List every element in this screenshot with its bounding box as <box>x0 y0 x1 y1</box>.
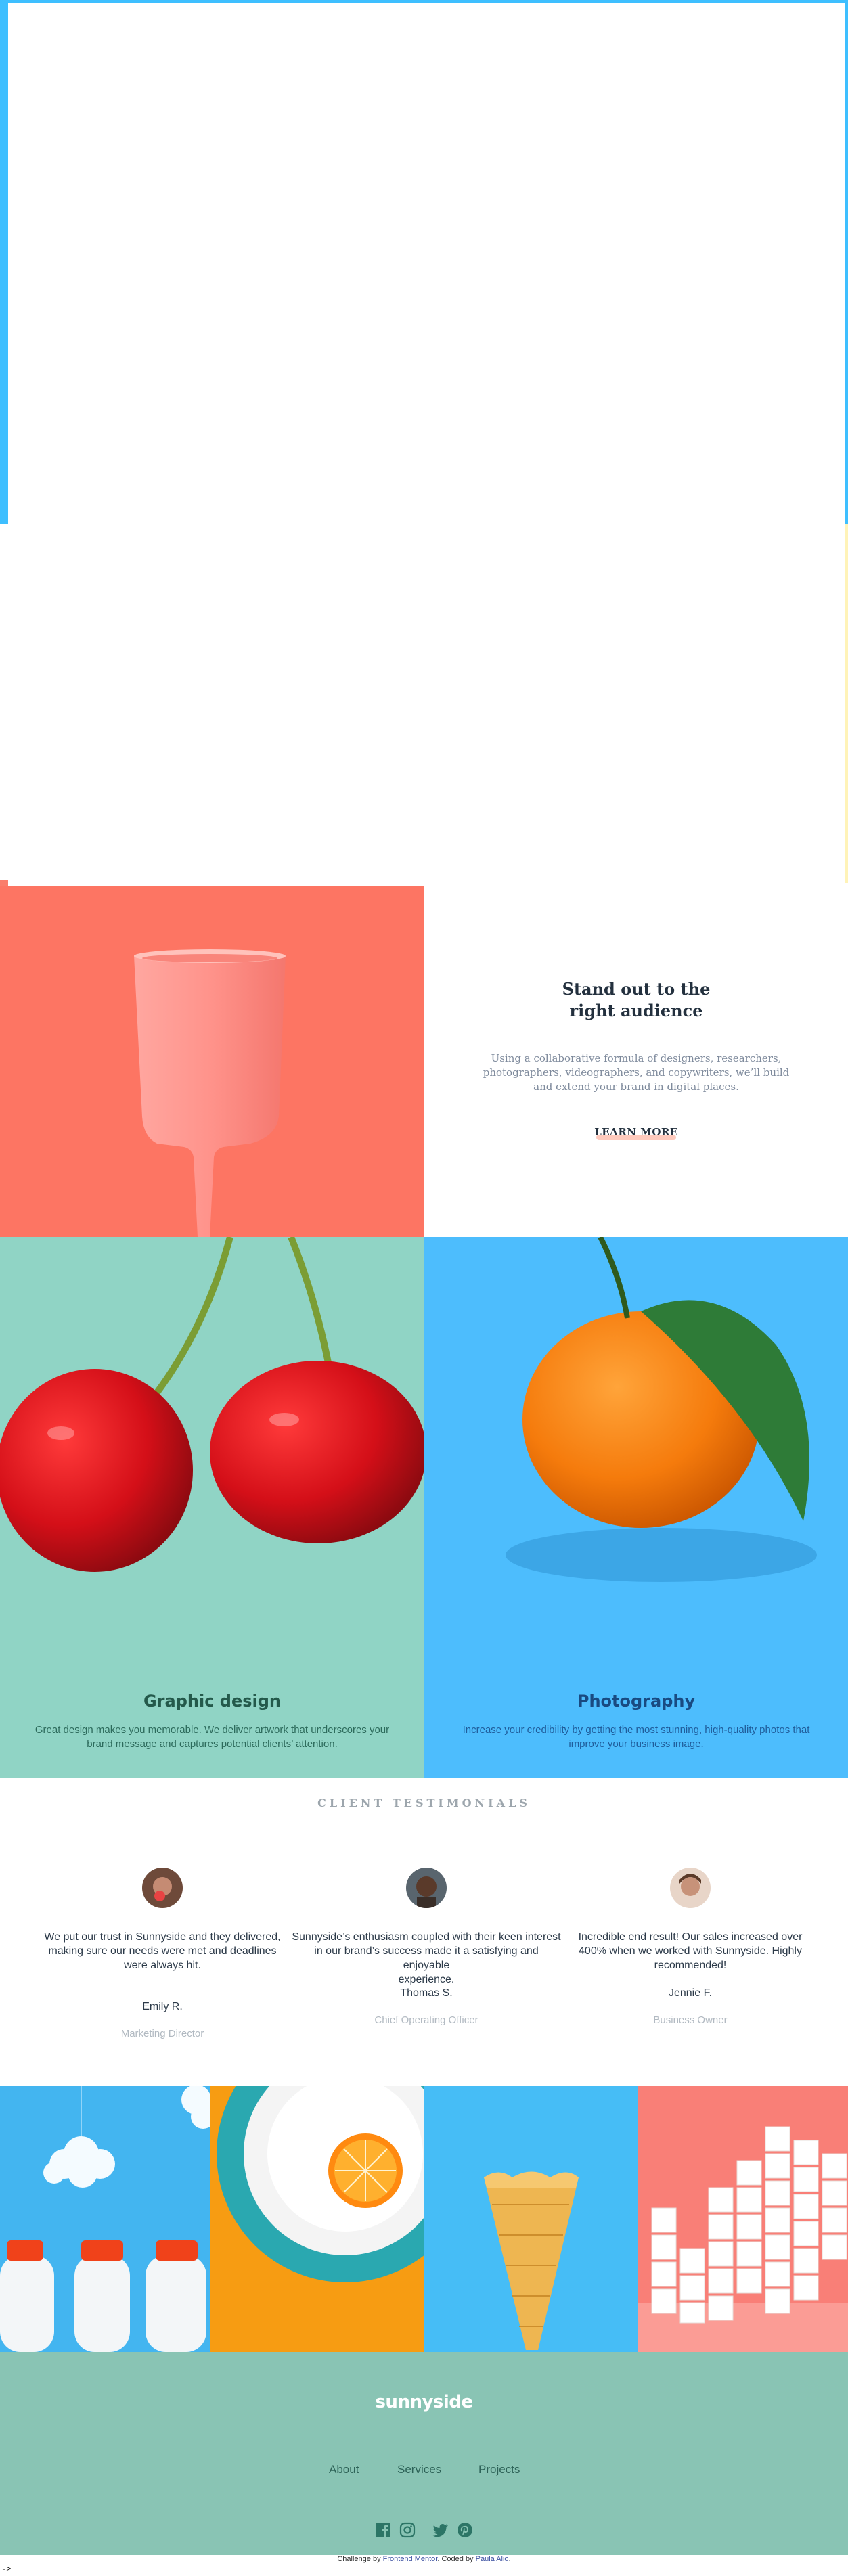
footer-link-about[interactable]: About <box>329 2463 359 2477</box>
photography-text: Increase your credibility by getting the… <box>462 1724 810 1750</box>
hero-left-edge <box>0 0 8 524</box>
graphic-design-text: Great design makes you memorable. We del… <box>35 1724 390 1750</box>
author-link[interactable]: Paula Alio <box>476 2555 509 2563</box>
gallery-milkbottles <box>0 2086 210 2352</box>
testimonial-name: Thomas S. <box>400 1987 453 1999</box>
egg-image <box>0 886 424 1237</box>
footer-link-projects[interactable]: Projects <box>478 2463 520 2477</box>
standout-heading: Stand out to the right audience <box>562 979 711 1020</box>
testimonial-role: Chief Operating Officer <box>374 2014 478 2026</box>
testimonials-heading: CLIENT TESTIMONIALS <box>317 1797 531 1809</box>
testimonial-role: Business Owner <box>653 2014 728 2026</box>
learn-more-link[interactable]: LEARN MORE <box>424 1126 848 1138</box>
gallery-cone <box>424 2086 638 2352</box>
twitter-icon[interactable] <box>432 2521 449 2539</box>
testimonial-name: Jennie F. <box>668 1987 713 1999</box>
footer-logo[interactable]: sunnyside <box>0 2392 848 2412</box>
pinterest-icon[interactable] <box>456 2521 474 2539</box>
hero-right-edge <box>845 0 848 524</box>
attribution-suffix: . <box>508 2555 511 2563</box>
photography-card: Photography Increase your credibility by… <box>424 1237 848 1778</box>
graphic-design-card: Graphic design Great design makes you me… <box>0 1237 424 1778</box>
testimonial-quote: We put our trust in Sunnyside and they d… <box>44 1931 281 1971</box>
attribution: Challenge by Frontend Mentor. Coded by P… <box>0 2555 848 2563</box>
hero-top-edge <box>0 0 848 3</box>
testimonial-card: Incredible end result! Our sales increas… <box>568 1868 812 2043</box>
standout-text: Using a collaborative formula of designe… <box>483 1052 790 1093</box>
avatar <box>670 1868 711 1908</box>
gallery-orange <box>210 2086 424 2352</box>
facebook-icon[interactable] <box>374 2521 392 2539</box>
stray-text: -> <box>1 2564 12 2574</box>
graphic-design-title: Graphic design <box>143 1692 282 1711</box>
testimonial-role: Marketing Director <box>120 2028 204 2039</box>
footer-link-services[interactable]: Services <box>397 2463 441 2477</box>
gallery-sugarcubes <box>638 2086 848 2352</box>
avatar <box>406 1868 447 1908</box>
attribution-prefix: Challenge by <box>337 2555 383 2563</box>
testimonial-card: Sunnyside’s enthusiasm coupled with thei… <box>291 1868 562 2043</box>
photography-title: Photography <box>577 1692 696 1711</box>
testimonial-card: We put our trust in Sunnyside and they d… <box>41 1868 284 2043</box>
footer: sunnyside About Services Projects <box>0 2352 848 2555</box>
standout-panel: Stand out to the right audience Using a … <box>424 886 848 1237</box>
hero-bottom-edge <box>0 880 8 886</box>
hero-right-edge-yellow <box>845 524 848 883</box>
testimonial-quote: Incredible end result! Our sales increas… <box>578 1931 803 1971</box>
avatar <box>142 1868 183 1908</box>
instagram-icon[interactable] <box>399 2521 416 2539</box>
frontend-mentor-link[interactable]: Frontend Mentor <box>383 2555 438 2563</box>
attribution-middle: . Coded by <box>437 2555 476 2563</box>
testimonial-name: Emily R. <box>142 2001 183 2012</box>
testimonial-quote: Sunnyside’s enthusiasm coupled with thei… <box>292 1931 561 1985</box>
